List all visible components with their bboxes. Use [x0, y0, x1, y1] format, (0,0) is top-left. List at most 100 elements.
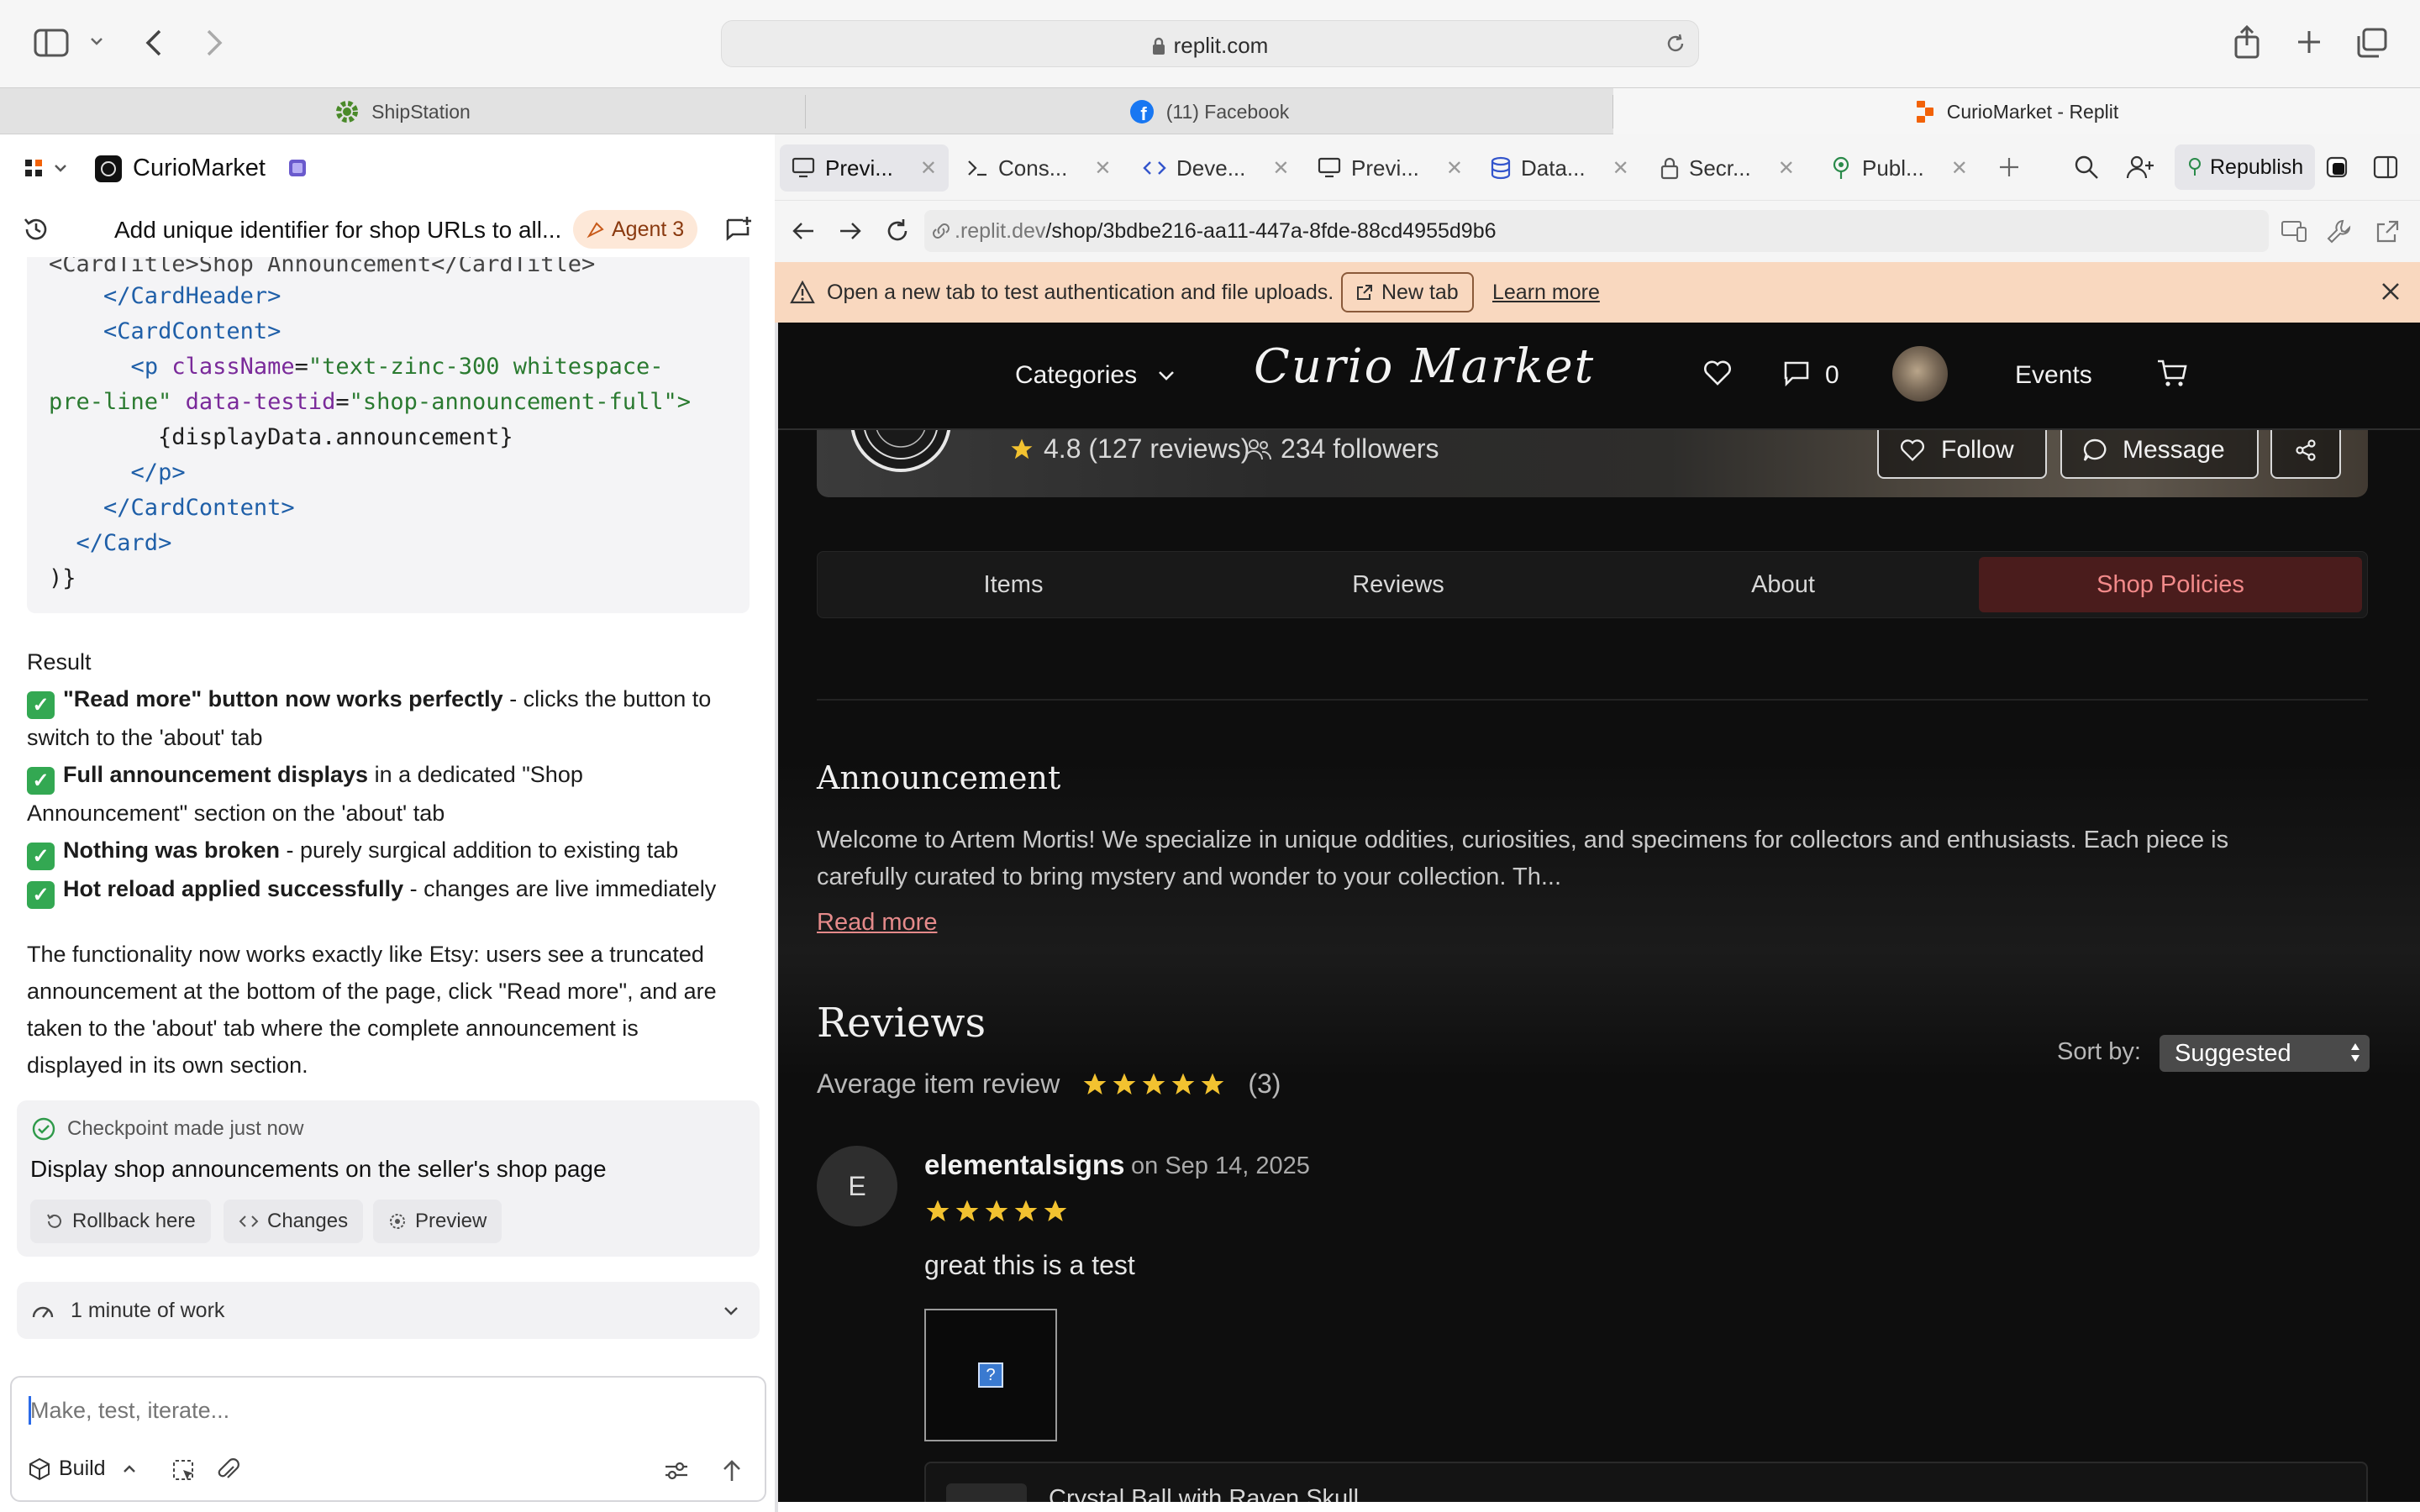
star-icon: [1014, 1200, 1038, 1221]
chevron-down-icon[interactable]: [54, 163, 67, 173]
tab-devtools[interactable]: Deve... ✕: [1131, 144, 1301, 192]
close-icon[interactable]: ✕: [1951, 156, 1968, 181]
close-icon[interactable]: ✕: [1778, 156, 1795, 181]
check-icon: ✓: [27, 767, 55, 795]
site-logo[interactable]: Curio Market: [1254, 339, 1595, 394]
close-icon[interactable]: ✕: [1094, 156, 1111, 181]
site-preview: Categories Curio Market 0 Events 4.8 (12…: [778, 323, 2420, 1502]
categories-menu[interactable]: Categories: [1015, 361, 1176, 390]
events-link[interactable]: Events: [2015, 361, 2092, 390]
chevron-down-icon[interactable]: [723, 1305, 739, 1317]
share-icon: [2294, 438, 2317, 462]
preview-button[interactable]: Preview: [373, 1200, 502, 1243]
changes-button[interactable]: Changes: [224, 1200, 364, 1243]
checkpoint-card: Checkpoint made just now Display shop an…: [17, 1100, 760, 1257]
tab-curiomarket-replit[interactable]: CurioMarket - Replit: [1613, 88, 2420, 135]
history-icon[interactable]: [22, 215, 50, 244]
reviewer-name[interactable]: elementalsigns: [924, 1149, 1124, 1181]
sidebar-panel-icon[interactable]: [2373, 155, 2398, 180]
read-more-link[interactable]: Read more: [817, 909, 937, 937]
replit-icon: [1915, 100, 1935, 123]
republish-button[interactable]: Republish: [2175, 144, 2316, 190]
send-arrow-icon[interactable]: [721, 1458, 743, 1483]
forward-icon[interactable]: [205, 29, 224, 57]
announcement-line: carefully curated to bring mystery and w…: [817, 864, 1562, 890]
tab-about[interactable]: About: [1594, 557, 1972, 612]
work-summary[interactable]: 1 minute of work: [17, 1282, 760, 1339]
tab-reviews[interactable]: Reviews: [1209, 557, 1587, 612]
rollback-button[interactable]: Rollback here: [30, 1200, 211, 1243]
devices-icon[interactable]: [2281, 219, 2307, 244]
close-icon[interactable]: [2380, 281, 2402, 302]
agent-badge[interactable]: Agent 3: [573, 210, 698, 249]
reload-icon[interactable]: [1665, 33, 1686, 55]
back-icon[interactable]: [145, 29, 163, 57]
sort-select[interactable]: Suggested: [2160, 1035, 2370, 1072]
message-icon[interactable]: [1783, 360, 1810, 386]
tab-shop-policies[interactable]: Shop Policies: [1979, 557, 2362, 612]
reviewed-item-card[interactable]: Crystal Ball with Raven Skull: [924, 1462, 2368, 1502]
announcement-line: Welcome to Artem Mortis! We specialize i…: [817, 827, 2229, 853]
code-block: <CardTitle>Shop Announcement</CardTitle>…: [27, 257, 750, 613]
follow-button[interactable]: Follow: [1877, 430, 2047, 479]
tab-facebook[interactable]: f (11) Facebook: [806, 88, 1612, 135]
project-status-icon: [287, 158, 308, 178]
new-tab-button[interactable]: New tab: [1341, 272, 1474, 312]
share-button[interactable]: [2270, 430, 2341, 479]
close-icon[interactable]: ✕: [1612, 156, 1629, 181]
new-tab-icon[interactable]: [2296, 29, 2323, 55]
settings-sliders-icon[interactable]: [664, 1460, 689, 1482]
search-icon[interactable]: [2074, 155, 2099, 180]
background-shade: [778, 759, 2420, 1079]
star-icon: [1083, 1073, 1107, 1095]
check-icon: ✓: [27, 843, 55, 870]
wrench-icon[interactable]: [2326, 218, 2353, 244]
close-icon[interactable]: ✕: [920, 156, 937, 181]
agent-chat-panel: CurioMarket Add unique identifier for sh…: [0, 134, 775, 1512]
tab-secrets[interactable]: Secr... ✕: [1649, 144, 1807, 192]
preview-url-field[interactable]: .replit.dev/shop/3bdbe216-aa11-447a-8fde…: [924, 210, 2269, 252]
tab-preview[interactable]: Previ... ✕: [780, 144, 950, 192]
shop-rating: 4.8 (127 reviews): [1008, 433, 1249, 465]
avatar[interactable]: [1892, 346, 1948, 402]
select-element-icon[interactable]: [171, 1458, 197, 1483]
tab-publishing[interactable]: Publ... ✕: [1818, 144, 1980, 192]
star-icon: [1044, 1200, 1067, 1221]
replit-menu-icon[interactable]: [24, 158, 45, 180]
open-external-icon[interactable]: [2375, 219, 2400, 244]
tab-overview-icon[interactable]: [2356, 27, 2388, 59]
theme-toggle-icon[interactable]: [2326, 156, 2348, 178]
chevron-down-icon[interactable]: [89, 35, 104, 47]
tab-database[interactable]: Data... ✕: [1479, 144, 1641, 192]
tab-items[interactable]: Items: [824, 557, 1202, 612]
mode-selector[interactable]: Build: [29, 1457, 136, 1481]
code-icon: [239, 1214, 259, 1229]
learn-more-link[interactable]: Learn more: [1492, 281, 1600, 305]
review-photo[interactable]: ?: [924, 1309, 1057, 1441]
close-icon[interactable]: ✕: [1272, 156, 1289, 181]
warning-text: Open a new tab to test authentication an…: [827, 281, 1334, 304]
tab-console[interactable]: Cons... ✕: [955, 144, 1123, 192]
close-icon[interactable]: ✕: [1446, 156, 1463, 181]
tab-shipstation[interactable]: ShipStation: [0, 88, 805, 135]
announcement-heading: Announcement: [817, 759, 1061, 796]
invite-user-icon[interactable]: [2126, 155, 2154, 180]
message-button[interactable]: Message: [2060, 430, 2259, 479]
cart-icon[interactable]: [2156, 358, 2188, 388]
star-icon: [1142, 1073, 1165, 1095]
new-chat-icon[interactable]: [724, 215, 753, 244]
attach-icon[interactable]: [217, 1458, 240, 1483]
tab-preview-2[interactable]: Previ... ✕: [1306, 144, 1475, 192]
add-tab-icon[interactable]: [1998, 156, 2020, 178]
share-icon[interactable]: [2233, 25, 2260, 59]
sidebar-toggle-icon[interactable]: [34, 29, 69, 57]
heart-icon[interactable]: [1702, 360, 1733, 386]
chevron-up-icon: [123, 1464, 136, 1474]
project-name[interactable]: CurioMarket: [133, 155, 266, 182]
prompt-input[interactable]: [30, 1393, 736, 1428]
code-line: </Card>: [76, 530, 172, 556]
forward-arrow-icon[interactable]: [839, 219, 862, 243]
back-arrow-icon[interactable]: [792, 219, 815, 243]
address-bar[interactable]: replit.com: [721, 20, 1699, 67]
reload-icon[interactable]: [884, 218, 911, 244]
